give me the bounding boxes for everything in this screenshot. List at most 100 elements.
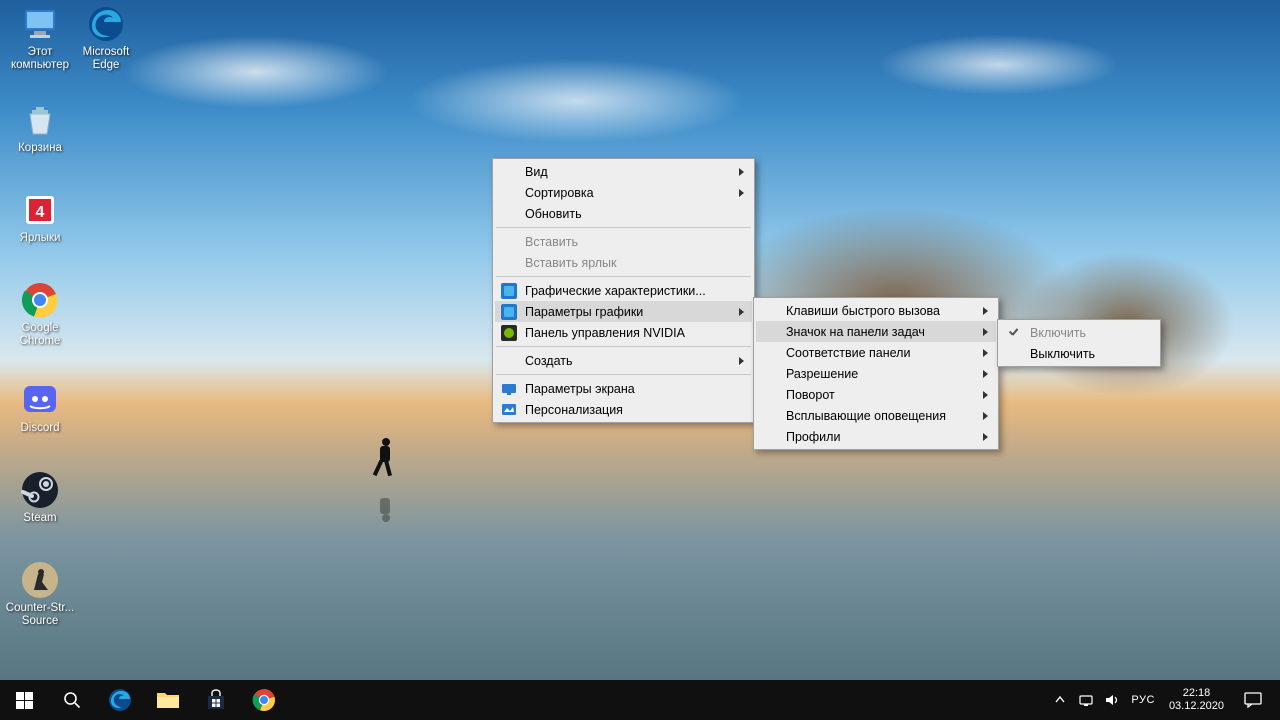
chevron-right-icon [983, 370, 988, 378]
tray-overflow-button[interactable] [1047, 680, 1073, 720]
desktop-icon-this-pc[interactable]: Этот компьютер [2, 4, 78, 72]
desktop-icon-discord[interactable]: Discord [2, 380, 78, 435]
search-button[interactable] [48, 680, 96, 720]
menu-separator [496, 276, 751, 277]
submenu-panel-fit-label: Соответствие панели [786, 346, 910, 360]
submenu-enable-label: Включить [1030, 326, 1086, 340]
taskbar-file-explorer[interactable] [144, 680, 192, 720]
steam-icon [20, 470, 60, 510]
tray-time: 22:18 [1169, 687, 1224, 700]
submenu-enable[interactable]: Включить [1000, 322, 1158, 343]
system-tray: РУС 22:18 03.12.2020 [1047, 680, 1280, 720]
submenu-hotkeys[interactable]: Клавиши быстрого вызова [756, 300, 996, 321]
edge-icon [107, 687, 133, 713]
submenu-balloon[interactable]: Всплывающие оповещения [756, 405, 996, 426]
menu-paste-label: Вставить [525, 235, 578, 249]
tray-notifications-button[interactable] [1232, 692, 1274, 708]
desktop-icon-label: Ярлыки [2, 232, 78, 245]
menu-create-label: Создать [525, 354, 573, 368]
menu-personalize-label: Персонализация [525, 403, 623, 417]
menu-refresh[interactable]: Обновить [495, 203, 752, 224]
menu-sort-label: Сортировка [525, 186, 594, 200]
desktop-icon-steam[interactable]: Steam [2, 470, 78, 525]
chrome-icon [252, 688, 276, 712]
intel-graphics-icon [501, 304, 517, 320]
menu-view[interactable]: Вид [495, 161, 752, 182]
desktop-icon-label: Discord [2, 422, 78, 435]
taskbar-chrome[interactable] [240, 680, 288, 720]
menu-display-settings[interactable]: Параметры экрана [495, 378, 752, 399]
menu-paste-shortcut-label: Вставить ярлык [525, 256, 617, 270]
submenu-rotation-label: Поворот [786, 388, 835, 402]
menu-personalize[interactable]: Персонализация [495, 399, 752, 420]
chevron-right-icon [739, 189, 744, 197]
desktop-icon-chrome[interactable]: Google Chrome [2, 280, 78, 348]
menu-nvidia-panel-label: Панель управления NVIDIA [525, 326, 685, 340]
desktop-icon-label: Microsoft Edge [68, 46, 144, 72]
tray-network-button[interactable] [1073, 680, 1099, 720]
edge-icon [86, 4, 126, 44]
chevron-right-icon [739, 357, 744, 365]
tray-icon-submenu: Включить Выключить [997, 319, 1161, 367]
menu-separator [496, 374, 751, 375]
menu-nvidia-panel[interactable]: Панель управления NVIDIA [495, 322, 752, 343]
chevron-right-icon [983, 349, 988, 357]
tray-date: 03.12.2020 [1169, 700, 1224, 713]
desktop-icon-cssource[interactable]: Counter-Str... Source [2, 560, 78, 628]
taskbar-edge[interactable] [96, 680, 144, 720]
chrome-icon [20, 280, 60, 320]
submenu-disable[interactable]: Выключить [1000, 343, 1158, 364]
taskbar-spacer [288, 680, 1047, 720]
submenu-tray-icon[interactable]: Значок на панели задач [756, 321, 996, 342]
menu-create[interactable]: Создать [495, 350, 752, 371]
discord-icon [20, 380, 60, 420]
tray-language-label: РУС [1131, 694, 1155, 706]
taskbar-store[interactable] [192, 680, 240, 720]
tray-language-button[interactable]: РУС [1125, 694, 1161, 706]
menu-graphics-settings[interactable]: Параметры графики [495, 301, 752, 322]
personalize-icon [501, 402, 517, 418]
nvidia-icon [501, 325, 517, 341]
menu-graphics-properties-label: Графические характеристики... [525, 284, 706, 298]
menu-display-settings-label: Параметры экрана [525, 382, 635, 396]
submenu-panel-fit[interactable]: Соответствие панели [756, 342, 996, 363]
desktop-icon-edge[interactable]: Microsoft Edge [68, 4, 144, 72]
graphics-settings-submenu: Клавиши быстрого вызова Значок на панели… [753, 297, 999, 450]
desktop-icon-recycle[interactable]: Корзина [2, 100, 78, 155]
submenu-tray-icon-label: Значок на панели задач [786, 325, 925, 339]
folder-icon [156, 690, 180, 710]
desktop-icon-label: Этот компьютер [2, 46, 78, 72]
menu-graphics-properties[interactable]: Графические характеристики... [495, 280, 752, 301]
chevron-right-icon [983, 307, 988, 315]
intel-graphics-icon [501, 283, 517, 299]
submenu-profiles-label: Профили [786, 430, 840, 444]
desktop-context-menu: Вид Сортировка Обновить Вставить Вставит… [492, 158, 755, 423]
wallpaper-figure-reflection [374, 482, 396, 522]
tray-volume-button[interactable] [1099, 680, 1125, 720]
chevron-right-icon [739, 168, 744, 176]
search-icon [63, 691, 81, 709]
desktop-icon-label: Google Chrome [2, 322, 78, 348]
submenu-resolution-label: Разрешение [786, 367, 858, 381]
chevron-right-icon [983, 328, 988, 336]
start-button[interactable] [0, 680, 48, 720]
taskbar: РУС 22:18 03.12.2020 [0, 680, 1280, 720]
network-icon [1078, 692, 1094, 708]
desktop-icon-label: Steam [2, 512, 78, 525]
tray-clock-button[interactable]: 22:18 03.12.2020 [1161, 687, 1232, 713]
menu-paste-shortcut: Вставить ярлык [495, 252, 752, 273]
this-pc-icon [20, 4, 60, 44]
submenu-disable-label: Выключить [1030, 347, 1095, 361]
desktop-icon-shortcuts[interactable]: 4Ярлыки [2, 190, 78, 245]
checkmark-icon [1008, 327, 1020, 339]
submenu-balloon-label: Всплывающие оповещения [786, 409, 946, 423]
menu-refresh-label: Обновить [525, 207, 582, 221]
menu-graphics-settings-label: Параметры графики [525, 305, 643, 319]
cssource-icon [20, 560, 60, 600]
submenu-rotation[interactable]: Поворот [756, 384, 996, 405]
menu-sort[interactable]: Сортировка [495, 182, 752, 203]
menu-separator [496, 346, 751, 347]
chevron-right-icon [983, 391, 988, 399]
submenu-resolution[interactable]: Разрешение [756, 363, 996, 384]
submenu-profiles[interactable]: Профили [756, 426, 996, 447]
